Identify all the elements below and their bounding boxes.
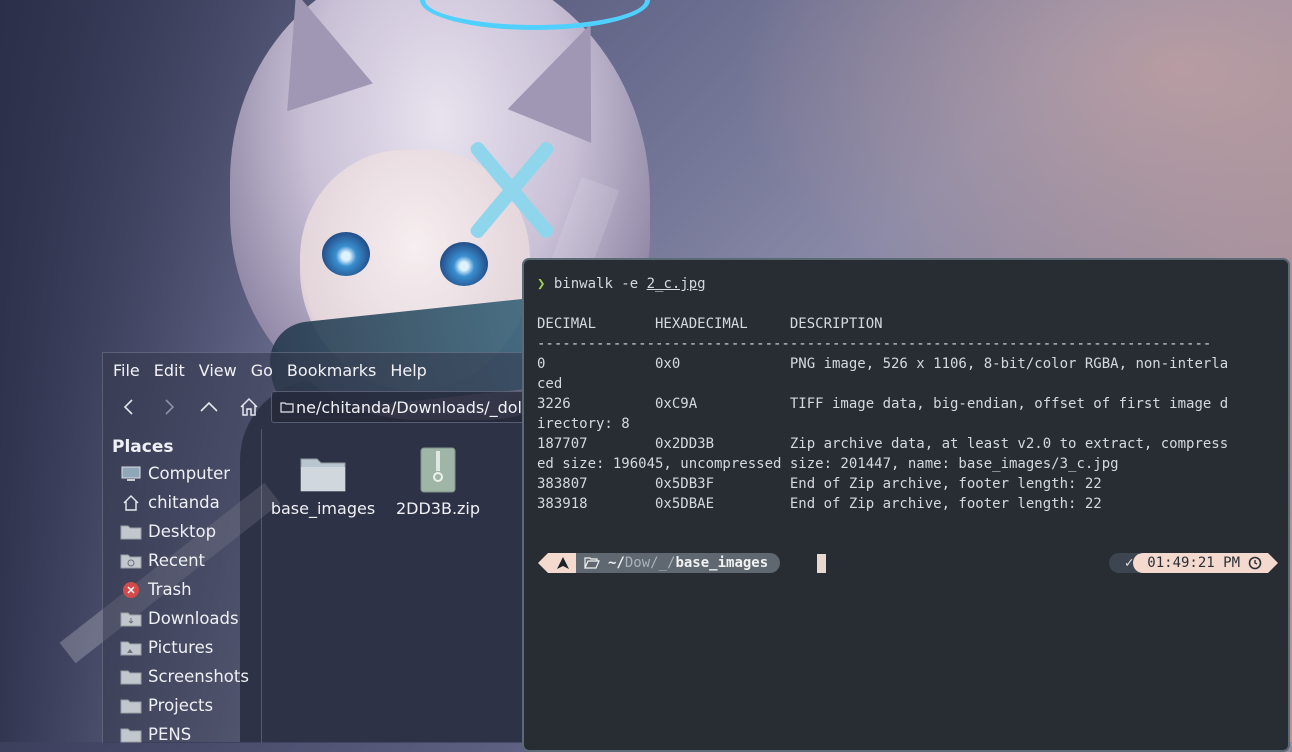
place-chitanda[interactable]: chitanda (103, 488, 261, 517)
terminal-window[interactable]: ❯ binwalk -e 2_c.jpg DECIMAL HEXADECIMAL… (522, 258, 1290, 752)
place-label: Recent (148, 551, 206, 570)
menu-bookmarks[interactable]: Bookmarks (287, 361, 384, 380)
menu-bar: File Edit View Go Bookmarks Help (103, 353, 533, 387)
place-label: Pictures (148, 638, 214, 657)
file-manager-window: File Edit View Go Bookmarks Help ne/chit… (102, 352, 534, 744)
time-segment: 01:49:21 PM (1133, 553, 1278, 573)
folder-icon (120, 523, 142, 541)
table-header: DECIMAL HEXADECIMAL DESCRIPTION (537, 316, 883, 332)
file-item-base-images[interactable]: base_images (268, 441, 378, 518)
status-check: ✓ (1124, 555, 1134, 571)
terminal-cursor (817, 554, 826, 573)
place-downloads[interactable]: Downloads (103, 604, 261, 633)
places-sidebar: Places Computer chitanda Desktop Recent … (103, 429, 262, 744)
forward-button[interactable] (153, 391, 185, 423)
output-text: 0 0x0 PNG image, 526 x 1106, 8-bit/color… (537, 356, 1229, 512)
computer-icon (120, 465, 142, 483)
recent-folder-icon (120, 552, 142, 570)
place-computer[interactable]: Computer (103, 459, 261, 488)
home-icon (120, 494, 142, 512)
file-name: base_images (270, 499, 376, 518)
path-segment: ~/Dow/_/base_images (576, 553, 781, 573)
path-mid: /_/ (650, 555, 676, 571)
prompt-symbol: ❯ (537, 276, 546, 292)
folder-icon (268, 441, 378, 493)
location-bar[interactable]: ne/chitanda/Downloads/_dolls (271, 391, 534, 423)
chevron-right-icon (165, 399, 175, 415)
place-recent[interactable]: Recent (103, 546, 261, 575)
home-icon (240, 397, 258, 416)
place-label: Downloads (148, 609, 239, 628)
home-button[interactable] (233, 391, 265, 423)
folder-open-icon (584, 557, 600, 569)
powerline-right: ✓ 01:49:21 PM (1108, 553, 1278, 573)
command-argument: 2_c.jpg (646, 276, 706, 292)
chevron-left-icon (123, 399, 133, 415)
place-label: chitanda (148, 493, 220, 512)
downloads-folder-icon (120, 610, 142, 628)
chevron-up-icon (200, 401, 218, 412)
place-label: PENS (148, 725, 192, 744)
command-text: binwalk -e (553, 276, 647, 292)
menu-file[interactable]: File (113, 361, 148, 380)
file-item-2dd3b-zip[interactable]: 2DD3B.zip (383, 441, 493, 518)
output-rows: 0 0x0 PNG image, 526 x 1106, 8-bit/color… (537, 354, 1228, 514)
path-last: base_images (675, 555, 769, 571)
place-label: Trash (148, 580, 192, 599)
place-trash[interactable]: Trash (103, 575, 261, 604)
menu-view[interactable]: View (199, 361, 245, 380)
menu-help[interactable]: Help (390, 361, 434, 380)
path-prefix: ~/ (608, 555, 625, 571)
clock-icon (1248, 556, 1262, 570)
os-segment (538, 553, 576, 573)
folder-icon (120, 697, 142, 715)
folder-icon (120, 726, 142, 744)
places-header: Places (112, 437, 174, 457)
place-pens[interactable]: PENS (103, 720, 261, 749)
place-label: Computer (148, 464, 231, 483)
powerline-prompt: ~/Dow/_/base_images (538, 553, 781, 573)
arch-icon (557, 557, 569, 569)
place-screenshots[interactable]: Screenshots (103, 662, 261, 691)
place-label: Projects (148, 696, 214, 715)
place-label: Screenshots (148, 667, 249, 686)
file-view: base_images 2DD3B.zip (263, 429, 533, 743)
output-header: DECIMAL HEXADECIMAL DESCRIPTION (537, 314, 883, 334)
separator-line: ----------------------------------------… (537, 336, 1212, 352)
file-name: 2DD3B.zip (395, 499, 481, 518)
place-desktop[interactable]: Desktop (103, 517, 261, 546)
place-pictures[interactable]: Pictures (103, 633, 261, 662)
menu-edit[interactable]: Edit (154, 361, 193, 380)
trash-icon (120, 581, 142, 599)
zip-archive-icon (383, 441, 493, 493)
command-line: ❯ binwalk -e 2_c.jpg (537, 274, 706, 294)
time-text: 01:49:21 PM (1147, 555, 1240, 571)
folder-icon (120, 668, 142, 686)
output-separator: ----------------------------------------… (537, 334, 1211, 354)
path-dim: Dow (624, 555, 651, 571)
pictures-folder-icon (120, 639, 142, 657)
folder-icon (280, 402, 294, 413)
location-path: ne/chitanda/Downloads/_dolls (296, 397, 534, 417)
place-projects[interactable]: Projects (103, 691, 261, 720)
back-button[interactable] (113, 391, 145, 423)
menu-go[interactable]: Go (251, 361, 281, 380)
up-button[interactable] (193, 391, 225, 423)
place-label: Desktop (148, 522, 217, 541)
